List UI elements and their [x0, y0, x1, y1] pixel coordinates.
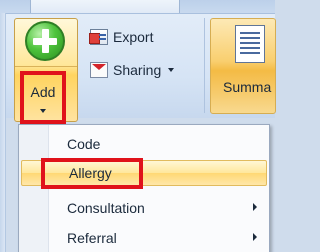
summary-button-label: Summa — [223, 79, 272, 95]
add-button-label[interactable]: Add — [24, 84, 62, 100]
summary-button[interactable]: Summa — [210, 18, 276, 114]
summary-icon — [235, 25, 265, 63]
add-button-divider — [15, 66, 77, 67]
menu-item-consultation[interactable]: Consultation — [21, 195, 267, 221]
ribbon-group-separator — [204, 18, 205, 113]
sharing-button-label: Sharing — [113, 62, 162, 78]
export-icon — [89, 29, 108, 45]
window-left-frame — [0, 13, 6, 252]
allergy-highlight-box — [41, 158, 143, 189]
add-dropdown-menu: Code Allergy Consultation Referral — [18, 124, 270, 252]
ribbon-active-tab[interactable] — [30, 0, 180, 14]
ribbon-tab-strip — [0, 0, 275, 14]
chevron-right-icon — [253, 203, 257, 211]
add-split-button[interactable]: Add — [14, 18, 78, 124]
chevron-right-icon — [253, 233, 257, 241]
chevron-down-icon[interactable] — [40, 109, 46, 113]
menu-item-label: Consultation — [67, 200, 145, 216]
export-button[interactable]: Export — [89, 26, 154, 48]
sharing-button[interactable]: Sharing — [90, 59, 175, 81]
menu-item-code[interactable]: Code — [21, 131, 267, 157]
sharing-icon — [90, 62, 108, 78]
export-button-label: Export — [113, 29, 154, 45]
add-dropdown-highlight[interactable]: Add — [20, 71, 66, 124]
menu-item-referral[interactable]: Referral — [21, 225, 267, 251]
menu-item-label: Referral — [67, 230, 117, 246]
add-icon[interactable] — [25, 21, 65, 61]
chevron-down-icon[interactable] — [168, 68, 175, 72]
menu-item-label: Code — [67, 136, 101, 152]
